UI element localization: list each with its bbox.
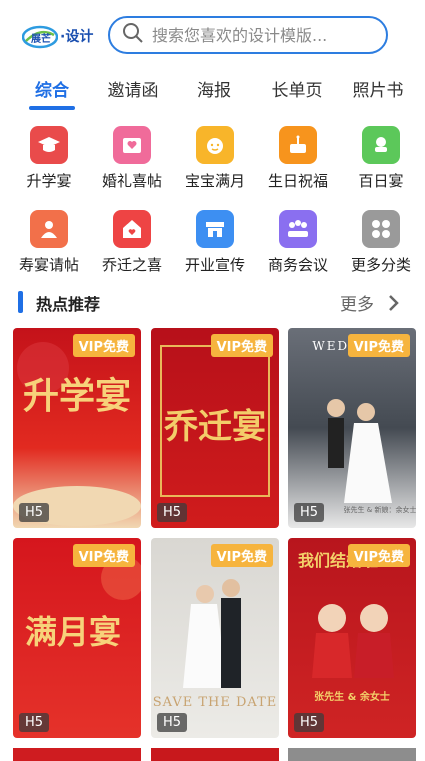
template-card-partial[interactable] <box>13 748 141 761</box>
category-wedding[interactable]: 婚礼喜帖 <box>92 126 172 191</box>
grid-more-icon <box>362 210 400 248</box>
app-header: 展芒 ·设计 <box>0 0 425 70</box>
vip-free-badge: VIP免费 <box>72 544 135 567</box>
template-thumbnail: 升学宴 <box>13 342 141 526</box>
h5-badge: H5 <box>294 503 325 522</box>
h5-badge: H5 <box>157 503 188 522</box>
category-label: 开业宣传 <box>184 256 245 274</box>
template-card[interactable]: 乔迁宴 VIP免费 H5 <box>151 328 279 528</box>
chevron-right-icon[interactable] <box>388 294 400 316</box>
storefront-icon <box>196 210 234 248</box>
category-label: 婚礼喜帖 <box>101 172 162 190</box>
category-label: 百日宴 <box>358 172 404 190</box>
house-heart-icon <box>113 210 151 248</box>
tab-all[interactable]: 综合 <box>12 76 92 101</box>
template-thumbnail: 乔迁宴 <box>160 345 270 497</box>
svg-text:张先生 & 余女士: 张先生 & 余女士 <box>314 690 390 703</box>
heart-envelope-icon <box>113 126 151 164</box>
template-thumbnail: WEDDING 张先生 & 新娘：余女士 <box>312 339 416 514</box>
brand-name: ·设计 <box>60 29 94 45</box>
svg-text:乔迁宴: 乔迁宴 <box>164 407 266 447</box>
category-hundred-days[interactable]: 百日宴 <box>341 126 421 191</box>
vip-free-badge: VIP免费 <box>347 334 410 357</box>
more-link[interactable]: 更多 <box>340 290 374 315</box>
category-graduation[interactable]: 升学宴 <box>9 126 89 191</box>
h5-badge: H5 <box>294 713 325 732</box>
category-label: 生日祝福 <box>267 172 328 190</box>
search-icon <box>122 22 144 48</box>
birthday-cake-icon <box>279 126 317 164</box>
elder-person-icon <box>30 210 68 248</box>
tab-long-page[interactable]: 长单页 <box>257 76 337 101</box>
template-card[interactable]: 满月宴 VIP免费 H5 <box>13 538 141 738</box>
template-card-partial[interactable] <box>151 748 279 761</box>
category-label: 更多分类 <box>350 256 411 274</box>
template-card[interactable]: 我们结婚啦 张先生 & 余女士 VIP免费 H5 <box>288 538 416 738</box>
tab-poster[interactable]: 海报 <box>174 76 254 101</box>
vip-free-badge: VIP免费 <box>347 544 410 567</box>
active-tab-indicator <box>29 106 75 110</box>
svg-text:满月宴: 满月宴 <box>25 613 121 651</box>
hot-recommend-header: 热点推荐 更多 <box>0 285 425 321</box>
category-label: 商务会议 <box>267 256 328 274</box>
tab-photo-book[interactable]: 照片书 <box>338 76 418 101</box>
tab-invitation[interactable]: 邀请函 <box>93 76 173 101</box>
template-card[interactable]: WEDDING 张先生 & 新娘：余女士 VIP免费 H5 <box>288 328 416 528</box>
svg-text:升学宴: 升学宴 <box>23 375 131 417</box>
category-label: 宝宝满月 <box>184 172 245 190</box>
h5-badge: H5 <box>157 713 188 732</box>
template-thumbnail: 我们结婚啦 张先生 & 余女士 <box>298 551 394 703</box>
category-housewarming[interactable]: 乔迁之喜 <box>92 210 172 275</box>
template-thumbnail: 满月宴 <box>25 556 141 651</box>
svg-text:SAVE THE DATE: SAVE THE DATE <box>153 695 278 710</box>
h5-badge: H5 <box>19 503 50 522</box>
template-thumbnail: SAVE THE DATE <box>153 579 278 710</box>
category-more[interactable]: 更多分类 <box>341 210 421 275</box>
meeting-people-icon <box>279 210 317 248</box>
category-baby-month[interactable]: 宝宝满月 <box>175 126 255 191</box>
vip-free-badge: VIP免费 <box>210 334 273 357</box>
baby-face-icon <box>196 126 234 164</box>
template-card-partial[interactable] <box>288 748 416 761</box>
category-birthday[interactable]: 生日祝福 <box>258 126 338 191</box>
h5-badge: H5 <box>19 713 50 732</box>
brand-logo[interactable]: 展芒 ·设计 <box>21 22 108 50</box>
category-opening[interactable]: 开业宣传 <box>175 210 255 275</box>
template-card[interactable]: 升学宴 VIP免费 H5 <box>13 328 141 528</box>
svg-text:张先生 & 新娘：余女士: 张先生 & 新娘：余女士 <box>344 505 416 514</box>
graduation-cap-icon <box>30 126 68 164</box>
template-card[interactable]: SAVE THE DATE VIP免费 H5 <box>151 538 279 738</box>
vip-free-badge: VIP免费 <box>72 334 135 357</box>
section-title: 热点推荐 <box>36 295 101 314</box>
section-accent-bar <box>18 291 23 313</box>
svg-text:展芒: 展芒 <box>31 32 51 45</box>
category-business[interactable]: 商务会议 <box>258 210 338 275</box>
category-tabs: 综合 邀请函 海报 长单页 照片书 <box>0 70 425 110</box>
search-input[interactable] <box>152 25 372 45</box>
category-label: 升学宴 <box>26 172 72 190</box>
vip-free-badge: VIP免费 <box>210 544 273 567</box>
category-longevity[interactable]: 寿宴请帖 <box>9 210 89 275</box>
search-bar[interactable] <box>108 16 388 54</box>
baby-stroller-icon <box>362 126 400 164</box>
category-label: 寿宴请帖 <box>18 256 79 274</box>
cloud-logo-icon: 展芒 <box>21 23 59 49</box>
category-label: 乔迁之喜 <box>101 256 162 274</box>
